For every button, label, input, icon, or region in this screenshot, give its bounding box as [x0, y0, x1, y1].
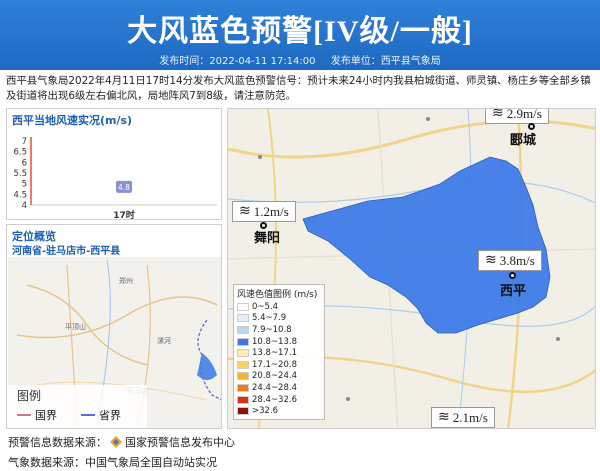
data-label: 4.8	[118, 183, 130, 192]
publish-time: 发布时间：2022-04-11 17:14:00	[159, 56, 316, 67]
wind-icon: ≋	[492, 108, 504, 121]
y-tick-label: 7	[22, 137, 27, 147]
warning-source-link[interactable]: 国家预警信息发布中心	[125, 434, 235, 450]
legend-item: 13.8~17.1	[237, 347, 321, 359]
svg-text:平顶山: 平顶山	[65, 322, 86, 331]
warning-center-logo-icon	[110, 436, 122, 448]
legend-item: 10.8~13.8	[237, 336, 321, 348]
legend-swatch	[237, 383, 249, 392]
location-panel: 定位概览 河南省-驻马店市-西平县 郑州 平顶山 漯河 驻马店 图例 国界 省界	[6, 224, 222, 429]
legend-swatch	[237, 302, 249, 311]
y-tick-label: 4.5	[13, 190, 27, 200]
wind-icon: ≋	[239, 204, 251, 219]
legend-label: 13.8~17.1	[252, 348, 297, 359]
legend-swatch	[237, 314, 249, 323]
legend-item: 5.4~7.9	[237, 313, 321, 325]
y-tick-label: 4	[22, 201, 27, 211]
legend-label: 5.4~7.9	[252, 313, 287, 324]
city-label-xiping: 西平	[500, 284, 527, 299]
location-legend-title: 图例	[17, 389, 42, 403]
legend-item: 28.4~32.6	[237, 394, 321, 406]
warning-description: 西平县气象局2022年4月11日17时14分发布大风蓝色预警信号：预计未来24小…	[6, 75, 591, 102]
wind-chart: 76.565.554.54 4.8 17时	[13, 137, 217, 221]
city-label-yancheng: 郾城	[510, 133, 537, 148]
legend-swatch	[237, 407, 249, 416]
legend-label: 24.4~28.4	[252, 382, 297, 393]
legend-item: 7.9~10.8	[237, 324, 321, 336]
legend-item: 17.1~20.8	[237, 359, 321, 371]
legend-item: 24.4~28.4	[237, 382, 321, 394]
x-tick-label: 17时	[113, 209, 135, 221]
wind-icon: ≋	[438, 410, 450, 425]
wind-reading-4[interactable]: ≋ 2.1m/s	[431, 407, 495, 428]
legend-item: >32.6	[237, 405, 321, 417]
legend-national-border: 国界	[17, 407, 57, 423]
legend-label: 0~5.4	[252, 301, 279, 312]
svg-text:郑州: 郑州	[119, 277, 133, 285]
wind-icon: ≋	[485, 253, 497, 268]
y-tick-label: 6.5	[13, 148, 27, 158]
svg-text:漯河: 漯河	[157, 336, 171, 345]
legend-label: 17.1~20.8	[252, 359, 297, 370]
warning-header: 大风蓝色预警[IV级/一般] 发布时间：2022-04-11 17:14:00 …	[0, 0, 600, 70]
legend-item: 0~5.4	[237, 301, 321, 313]
legend-item: 20.8~24.4	[237, 371, 321, 383]
legend-label: 28.4~32.6	[252, 394, 297, 405]
y-tick-label: 5.5	[13, 169, 27, 179]
legend-label: >32.6	[252, 406, 279, 417]
legend-swatch	[237, 349, 249, 358]
legend-swatch	[237, 325, 249, 334]
legend-label: 10.8~13.8	[252, 336, 297, 347]
wind-reading-2[interactable]: ≋ 1.2m/s	[232, 201, 296, 222]
publisher: 发布单位：西平县气象局	[330, 56, 441, 67]
national-border-swatch	[17, 414, 31, 416]
legend-swatch	[237, 360, 249, 369]
wind-color-legend: 风速色值图例 (m/s) 0~5.4 5.4~7.9 7.9~10.8 10.8~13…	[233, 284, 325, 420]
city-marker-xiping	[509, 272, 516, 279]
wind-reading-3[interactable]: ≋ 3.8m/s	[478, 250, 542, 271]
warning-title: 大风蓝色预警[IV级/一般]	[127, 15, 473, 48]
legend-province-border: 省界	[81, 407, 121, 423]
warning-map[interactable]: ≋ 2.9m/s ≋ 1.2m/s ≋ 3.8m/s ≋ 2.1m/s 郾城 舞…	[227, 108, 596, 429]
province-border-swatch	[81, 414, 95, 416]
weather-source: 气象数据来源：中国气象局全国自动站实况	[8, 456, 217, 469]
city-label-wuyang: 舞阳	[254, 231, 281, 246]
wind-speed-panel: 西平当地风速实况(m/s) 7 6.5 6 5.5 5 4.5 4 4.8 17时	[6, 108, 222, 221]
warning-meta: 发布时间：2022-04-11 17:14:00 发布单位：西平县气象局	[0, 52, 600, 67]
legend-swatch	[237, 372, 249, 381]
y-tick-label: 5	[22, 180, 27, 190]
legend-label: 7.9~10.8	[252, 324, 292, 335]
location-legend: 图例 国界 省界	[7, 385, 147, 428]
legend-label: 20.8~24.4	[252, 371, 297, 382]
legend-title: 风速色值图例 (m/s)	[237, 290, 318, 300]
legend-swatch	[237, 337, 249, 346]
y-tick-label: 6	[22, 158, 27, 168]
legend-swatch	[237, 395, 249, 404]
wind-reading-1[interactable]: ≋ 2.9m/s	[485, 108, 549, 124]
warning-source: 预警信息数据来源： 国家预警信息发布中心	[8, 434, 235, 450]
